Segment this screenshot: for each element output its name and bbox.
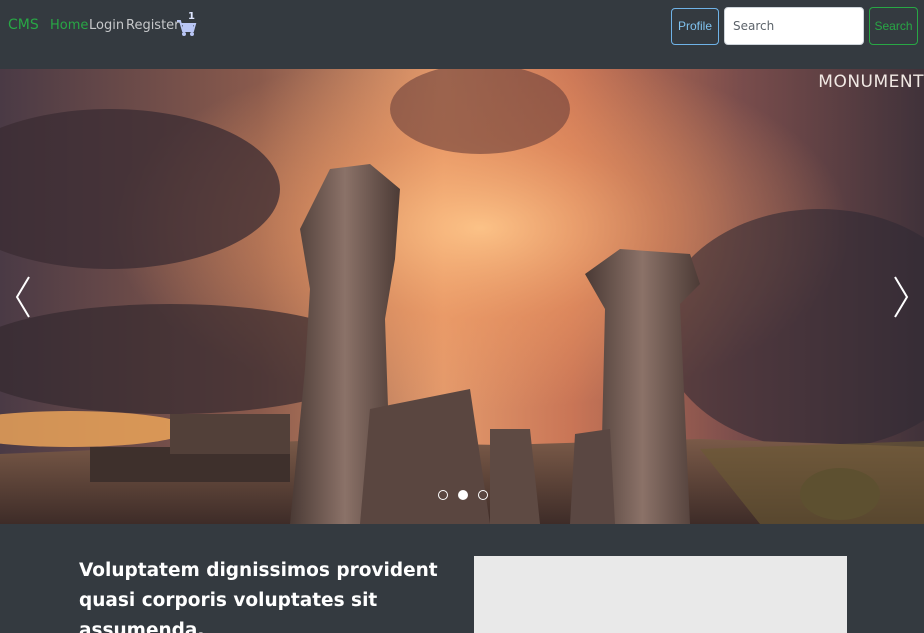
search-button[interactable]: Search [869,7,918,45]
search-input[interactable] [724,7,864,45]
carousel-caption: MONUMENT [818,72,924,92]
carousel-indicator[interactable] [478,490,488,500]
carousel-prev-control[interactable] [12,274,34,320]
carousel-indicators [436,490,492,502]
carousel-next-control[interactable] [890,274,912,320]
profile-button[interactable]: Profile [671,8,719,45]
image-placeholder [474,556,847,633]
chevron-left-icon [15,276,30,318]
carousel-indicator-active[interactable] [458,490,468,500]
carousel-slide-image [0,69,924,524]
cart-link[interactable]: 1 [176,11,198,38]
navbar: CMS Home Login Register 1 Profile Search [0,0,924,56]
nav-link-home[interactable]: Home [50,18,88,33]
hero-carousel: MONUMENT [0,69,924,524]
carousel-indicator[interactable] [438,490,448,500]
feature-heading: Voluptatem dignissimos provident quasi c… [79,560,438,633]
nav-link-login[interactable]: Login [89,18,124,33]
nav-link-register[interactable]: Register [126,18,180,33]
brand-link[interactable]: CMS [8,17,39,33]
chevron-right-icon [894,276,909,318]
cart-count-badge: 1 [188,11,195,22]
